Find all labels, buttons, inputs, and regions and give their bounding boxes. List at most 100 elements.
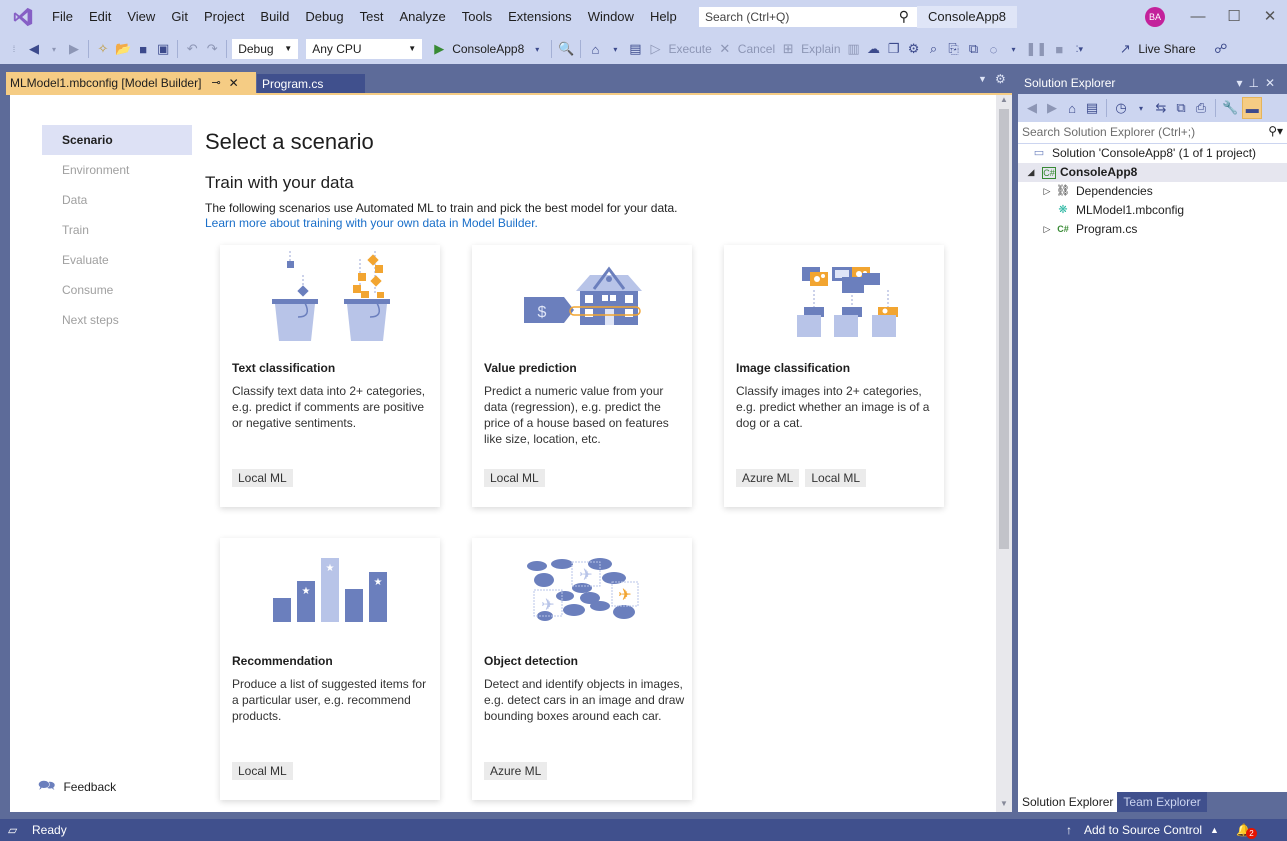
gear-icon[interactable]: ⚙ xyxy=(906,38,922,60)
close-tab-icon[interactable]: ✕ xyxy=(229,72,239,94)
explain-button[interactable]: Explain xyxy=(801,42,840,56)
scenario-card-image-classification[interactable]: Image classification Classify images int… xyxy=(724,245,944,507)
forward-button[interactable]: ▶ xyxy=(66,38,82,60)
tree-item-program-cs[interactable]: ▷ C# Program.cs xyxy=(1018,220,1287,239)
collapsed-arrow-icon[interactable]: ▷ xyxy=(1040,220,1054,239)
cancel-button[interactable]: Cancel xyxy=(738,42,775,56)
sync-icon[interactable]: ⇆ xyxy=(1153,97,1169,119)
vertical-scrollbar[interactable]: ▲ ▼ xyxy=(996,95,1012,812)
menu-file[interactable]: File xyxy=(44,0,81,34)
menu-test[interactable]: Test xyxy=(352,0,392,34)
back-icon[interactable]: ◀ xyxy=(1024,97,1040,119)
scenario-card-object-detection[interactable]: ✈ ✈ ✈ Object detection Detect and identi… xyxy=(472,538,692,800)
redo-button[interactable]: ↷ xyxy=(204,38,220,60)
start-button[interactable]: ConsoleApp8 xyxy=(452,42,524,56)
scenario-card-value-prediction[interactable]: $ Value prediction Predict a numeric val… xyxy=(472,245,692,507)
undo-button[interactable]: ↶ xyxy=(184,38,200,60)
new-item-icon[interactable]: ⎘ xyxy=(946,38,962,60)
step-environment[interactable]: Environment xyxy=(42,155,192,185)
collapse-all-icon[interactable]: ⧉ xyxy=(1173,97,1189,119)
menu-edit[interactable]: Edit xyxy=(81,0,119,34)
menu-help[interactable]: Help xyxy=(642,0,685,34)
menu-extensions[interactable]: Extensions xyxy=(500,0,580,34)
solution-explorer-search-input[interactable]: Search Solution Explorer (Ctrl+;) ⚲▾ xyxy=(1018,122,1287,144)
browse-icon[interactable]: 🔍 xyxy=(558,38,574,60)
tab-program-cs[interactable]: Program.cs xyxy=(257,74,365,94)
cloud-icon[interactable]: ☁ xyxy=(866,38,882,60)
step-evaluate[interactable]: Evaluate xyxy=(42,245,192,275)
menu-view[interactable]: View xyxy=(119,0,163,34)
step-consume[interactable]: Consume xyxy=(42,275,192,305)
dropdown-icon[interactable]: ▾ xyxy=(1236,76,1248,90)
chat-icon[interactable]: ◌ xyxy=(986,38,1002,60)
close-icon[interactable]: ✕ xyxy=(1265,76,1281,90)
search-input[interactable]: Search (Ctrl+Q) ⚲ xyxy=(698,6,918,28)
switch-views-icon[interactable]: ▤ xyxy=(1084,97,1100,119)
add-to-source-control-button[interactable]: Add to Source Control xyxy=(1084,819,1202,841)
new-project-button[interactable]: ✧ xyxy=(95,38,111,60)
feedback-button[interactable]: 🗪 Feedback xyxy=(38,775,116,799)
overflow-icon[interactable]: ⁚▾ xyxy=(1071,38,1087,60)
open-file-button[interactable]: 📂 xyxy=(115,38,131,60)
step-train[interactable]: Train xyxy=(42,215,192,245)
tab-team-explorer[interactable]: Team Explorer xyxy=(1117,792,1207,812)
forward-icon[interactable]: ▶ xyxy=(1044,97,1060,119)
explain-icon[interactable]: ⊞ xyxy=(780,38,796,60)
preview-selected-icon[interactable]: ▬ xyxy=(1242,97,1263,119)
menu-project[interactable]: Project xyxy=(196,0,252,34)
back-button[interactable]: ◀ xyxy=(26,38,42,60)
execute-icon[interactable]: ▷ xyxy=(647,38,663,60)
tab-mlmodel-mbconfig[interactable]: MLModel1.mbconfig [Model Builder] ⊸ ✕ xyxy=(6,72,256,94)
scenario-card-recommendation[interactable]: ★ ★ ★ Recommendation Produce a list of s… xyxy=(220,538,440,800)
close-window-button[interactable]: ✕ xyxy=(1252,0,1287,34)
step-data[interactable]: Data xyxy=(42,185,192,215)
feedback-icon[interactable]: ☍ xyxy=(1213,38,1229,60)
home-view-icon[interactable]: ⌂ xyxy=(587,38,603,60)
minimize-button[interactable]: — xyxy=(1180,0,1216,34)
chevron-down-icon[interactable]: ▾ xyxy=(529,38,545,60)
menu-analyze[interactable]: Analyze xyxy=(391,0,453,34)
pin-icon[interactable]: ⊸ xyxy=(211,72,220,94)
learn-more-link[interactable]: Learn more about training with your own … xyxy=(205,216,538,230)
maximize-button[interactable]: ☐ xyxy=(1216,0,1252,34)
menu-build[interactable]: Build xyxy=(252,0,297,34)
tree-item-project[interactable]: ◢ C# ConsoleApp8 xyxy=(1018,163,1287,182)
pause-icon[interactable]: ❚❚ xyxy=(1026,38,1048,60)
windows-icon[interactable]: ❐ xyxy=(886,38,902,60)
dropdown-icon[interactable]: ▾ xyxy=(46,38,62,60)
scroll-up-icon[interactable]: ▲ xyxy=(1000,95,1008,104)
scenario-card-text-classification[interactable]: Text classification Classify text data i… xyxy=(220,245,440,507)
cancel-icon[interactable]: ✕ xyxy=(717,38,733,60)
live-share-button[interactable]: Live Share xyxy=(1138,42,1195,56)
scroll-down-icon[interactable]: ▼ xyxy=(1000,799,1008,808)
platform-dropdown[interactable]: Any CPU ▼ xyxy=(305,38,424,60)
menu-debug[interactable]: Debug xyxy=(297,0,351,34)
step-scenario[interactable]: Scenario xyxy=(42,125,192,155)
scrollbar-thumb[interactable] xyxy=(999,109,1009,549)
configuration-dropdown[interactable]: Debug ▼ xyxy=(231,38,300,60)
collapsed-arrow-icon[interactable]: ▷ xyxy=(1040,182,1054,201)
tree-item-solution[interactable]: ▭ Solution 'ConsoleApp8' (1 of 1 project… xyxy=(1018,144,1287,163)
expanded-arrow-icon[interactable]: ◢ xyxy=(1024,163,1038,182)
stop-icon[interactable]: ■ xyxy=(1051,38,1067,60)
window-icon[interactable]: ▤ xyxy=(627,38,643,60)
menu-git[interactable]: Git xyxy=(163,0,196,34)
find-icon[interactable]: ⌕ xyxy=(926,38,942,60)
start-icon[interactable]: ▶ xyxy=(431,38,447,60)
tree-item-dependencies[interactable]: ▷ ⛓ Dependencies xyxy=(1018,182,1287,201)
comment-icon[interactable]: ⧉ xyxy=(966,38,982,60)
results-icon[interactable]: ▥ xyxy=(846,38,862,60)
step-next-steps[interactable]: Next steps xyxy=(42,305,192,335)
overflow-icon[interactable]: ▾ xyxy=(1006,38,1022,60)
pending-changes-filter-icon[interactable]: ◷ xyxy=(1113,97,1129,119)
overflow-icon[interactable]: ▾ xyxy=(607,38,623,60)
menu-tools[interactable]: Tools xyxy=(454,0,500,34)
chevron-up-icon[interactable]: ▲ xyxy=(1210,819,1219,841)
menu-window[interactable]: Window xyxy=(580,0,642,34)
home-icon[interactable]: ⌂ xyxy=(1064,97,1080,119)
tab-list-dropdown-icon[interactable]: ▼ xyxy=(978,74,987,84)
pin-icon[interactable]: ⊥ xyxy=(1248,76,1264,90)
tab-solution-explorer[interactable]: Solution Explorer xyxy=(1018,792,1118,812)
chevron-down-icon[interactable]: ▾ xyxy=(1133,97,1149,119)
live-share-icon[interactable]: ↗ xyxy=(1117,38,1133,60)
